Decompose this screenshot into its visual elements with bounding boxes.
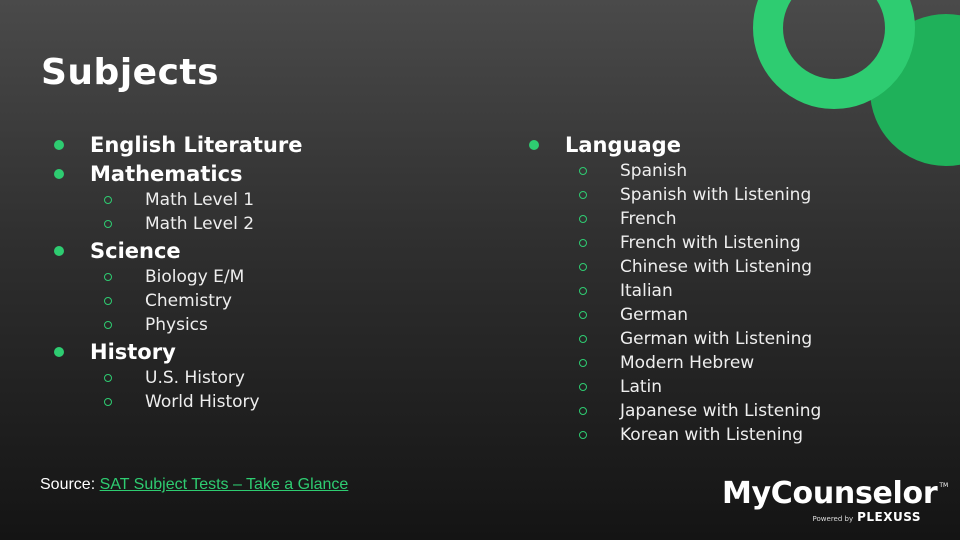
subtopic-item: French bbox=[525, 207, 945, 231]
subtopic-label: Chinese with Listening bbox=[620, 257, 813, 277]
subtopic-item: German with Listening bbox=[525, 327, 945, 351]
subtopic-label: Spanish bbox=[620, 161, 688, 181]
subtopic-label: Modern Hebrew bbox=[620, 353, 755, 373]
bullet-ring-icon bbox=[579, 383, 587, 391]
subjects-list-left: English Literature Mathematics Math Level … bbox=[50, 130, 470, 414]
topic-item: Mathematics Math Level 1 Math Level 2 bbox=[50, 159, 470, 236]
subtopic-label: U.S. History bbox=[145, 368, 245, 388]
logo-powered-by: Powered by bbox=[812, 515, 854, 523]
topic-heading: History bbox=[50, 337, 470, 366]
subtopic-list: Math Level 1 Math Level 2 bbox=[50, 188, 470, 236]
source-line: Source: SAT Subject Tests – Take a Glanc… bbox=[40, 476, 348, 494]
subtopic-item: French with Listening bbox=[525, 231, 945, 255]
subtopic-label: Chemistry bbox=[145, 291, 232, 311]
logo-trademark: TM bbox=[939, 482, 949, 489]
topic-label: Language bbox=[565, 132, 681, 157]
bullet-ring-icon bbox=[579, 239, 587, 247]
bullet-dot-icon bbox=[54, 346, 64, 357]
bullet-ring-icon bbox=[579, 263, 587, 271]
subtopic-item: Spanish bbox=[525, 159, 945, 183]
subtopic-label: Korean with Listening bbox=[620, 425, 804, 445]
subtopic-item: Biology E/M bbox=[50, 265, 470, 289]
subtopic-label: Japanese with Listening bbox=[620, 401, 822, 421]
topic-heading: Mathematics bbox=[50, 159, 470, 188]
subtopic-item: Math Level 1 bbox=[50, 188, 470, 212]
subtopic-label: Math Level 1 bbox=[145, 190, 255, 210]
topic-item: Language Spanish Spanish with Listening Fre… bbox=[525, 130, 945, 447]
logo-brand: PLEXUSS bbox=[857, 510, 921, 524]
topic-item: English Literature bbox=[50, 130, 470, 159]
bullet-ring-icon bbox=[579, 407, 587, 415]
subtopic-item: World History bbox=[50, 390, 470, 414]
bullet-dot-icon bbox=[54, 168, 64, 179]
bullet-ring-icon bbox=[579, 359, 587, 367]
page-title: Subjects bbox=[41, 52, 220, 93]
mycounselor-logo: MyCounselor TM Powered by PLEXUSS bbox=[722, 476, 948, 525]
subtopic-item: Korean with Listening bbox=[525, 423, 945, 447]
bullet-ring-icon bbox=[579, 311, 587, 319]
subtopic-item: Physics bbox=[50, 313, 470, 337]
subtopic-item: Spanish with Listening bbox=[525, 183, 945, 207]
subtopic-item: Chinese with Listening bbox=[525, 255, 945, 279]
topic-heading: Science bbox=[50, 236, 470, 265]
bullet-dot-icon bbox=[529, 139, 539, 150]
bullet-dot-icon bbox=[54, 245, 64, 256]
topic-item: Science Biology E/M Chemistry Physics bbox=[50, 236, 470, 337]
topic-heading: English Literature bbox=[50, 130, 470, 159]
bullet-dot-icon bbox=[54, 139, 64, 150]
source-link[interactable]: SAT Subject Tests – Take a Glance bbox=[100, 476, 349, 493]
bullet-ring-icon bbox=[579, 335, 587, 343]
subtopic-label: Spanish with Listening bbox=[620, 185, 812, 205]
bullet-ring-icon bbox=[579, 167, 587, 175]
topic-label: English Literature bbox=[90, 132, 303, 157]
source-prefix: Source: bbox=[40, 476, 100, 493]
topic-label: History bbox=[90, 339, 176, 364]
bullet-ring-icon bbox=[579, 287, 587, 295]
subtopic-item: U.S. History bbox=[50, 366, 470, 390]
subtopic-label: Physics bbox=[145, 315, 208, 335]
subtopic-label: Math Level 2 bbox=[145, 214, 255, 234]
subtopic-item: German bbox=[525, 303, 945, 327]
subtopic-item: Japanese with Listening bbox=[525, 399, 945, 423]
topic-heading: Language bbox=[525, 130, 945, 159]
subtopic-item: Modern Hebrew bbox=[525, 351, 945, 375]
subtopic-label: German bbox=[620, 305, 689, 325]
subtopic-item: Italian bbox=[525, 279, 945, 303]
subtopic-label: French bbox=[620, 209, 677, 229]
bullet-ring-icon bbox=[104, 297, 112, 305]
topic-label: Mathematics bbox=[90, 161, 243, 186]
bullet-ring-icon bbox=[104, 273, 112, 281]
logo-name: MyCounselor bbox=[722, 476, 938, 511]
subtopic-list: Spanish Spanish with Listening French Frenc… bbox=[525, 159, 945, 447]
bullet-ring-icon bbox=[579, 191, 587, 199]
subtopic-label: Italian bbox=[620, 281, 673, 301]
bullet-ring-icon bbox=[104, 374, 112, 382]
subtopic-label: Latin bbox=[620, 377, 663, 397]
subtopic-label: World History bbox=[145, 392, 260, 412]
subtopic-list: U.S. History World History bbox=[50, 366, 470, 414]
topic-item: History U.S. History World History bbox=[50, 337, 470, 414]
topic-label: Science bbox=[90, 238, 181, 263]
green-ring bbox=[753, 0, 915, 109]
subjects-list-right: Language Spanish Spanish with Listening Fre… bbox=[525, 130, 945, 447]
bullet-ring-icon bbox=[104, 321, 112, 329]
subtopic-label: German with Listening bbox=[620, 329, 813, 349]
subtopic-item: Math Level 2 bbox=[50, 212, 470, 236]
subtopic-item: Latin bbox=[525, 375, 945, 399]
subtopic-item: Chemistry bbox=[50, 289, 470, 313]
subtopic-label: French with Listening bbox=[620, 233, 801, 253]
subtopic-label: Biology E/M bbox=[145, 267, 245, 287]
bullet-ring-icon bbox=[104, 196, 112, 204]
bullet-ring-icon bbox=[579, 431, 587, 439]
bullet-ring-icon bbox=[579, 215, 587, 223]
bullet-ring-icon bbox=[104, 398, 112, 406]
subtopic-list: Biology E/M Chemistry Physics bbox=[50, 265, 470, 337]
bullet-ring-icon bbox=[104, 220, 112, 228]
